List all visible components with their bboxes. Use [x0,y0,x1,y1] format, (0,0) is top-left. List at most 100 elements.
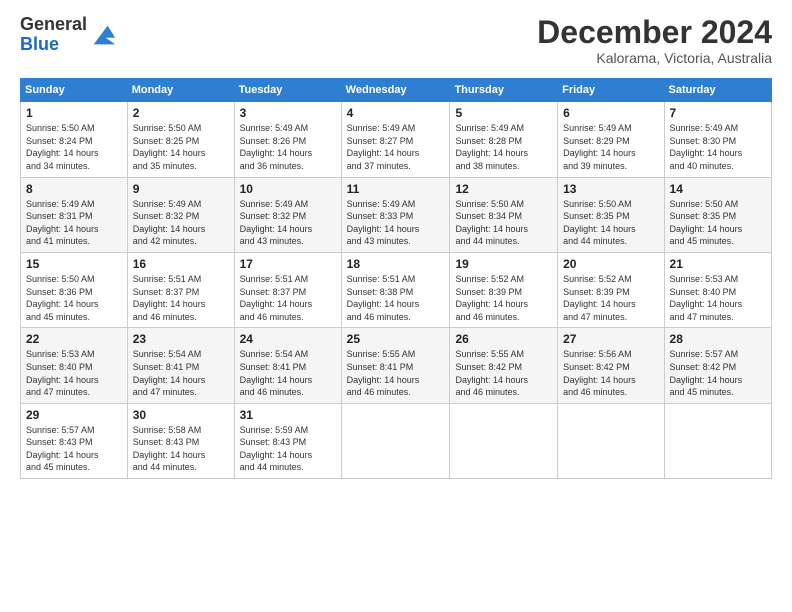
calendar-cell: 23 Sunrise: 5:54 AM Sunset: 8:41 PM Dayli… [127,328,234,403]
day-detail: Sunrise: 5:57 AM Sunset: 8:42 PM Dayligh… [670,348,766,398]
month-title: December 2024 [537,15,772,50]
calendar-cell: 7 Sunrise: 5:49 AM Sunset: 8:30 PM Daylig… [664,102,771,177]
day-detail: Sunrise: 5:49 AM Sunset: 8:33 PM Dayligh… [347,198,445,248]
day-number: 9 [133,182,229,196]
day-number: 25 [347,332,445,346]
day-number: 8 [26,182,122,196]
day-number: 26 [455,332,552,346]
header: General Blue December 2024 Kalorama, Vic… [20,15,772,66]
calendar-cell: 31 Sunrise: 5:59 AM Sunset: 8:43 PM Dayli… [234,403,341,478]
calendar-header-thursday: Thursday [450,79,558,102]
day-detail: Sunrise: 5:50 AM Sunset: 8:36 PM Dayligh… [26,273,122,323]
calendar-week-5: 29Sunrise: 5:57 AM Sunset: 8:43 PM Dayli… [21,403,772,478]
day-number: 14 [670,182,766,196]
calendar-cell: 6Sunrise: 5:49 AM Sunset: 8:29 PM Daylig… [558,102,664,177]
day-detail: Sunrise: 5:49 AM Sunset: 8:32 PM Dayligh… [240,198,336,248]
calendar-cell: 11 Sunrise: 5:49 AM Sunset: 8:33 PM Dayli… [341,177,450,252]
calendar-cell: 22 Sunrise: 5:53 AM Sunset: 8:40 PM Dayli… [21,328,128,403]
day-detail: Sunrise: 5:49 AM Sunset: 8:30 PM Dayligh… [670,122,766,172]
day-detail: Sunrise: 5:50 AM Sunset: 8:25 PM Dayligh… [133,122,229,172]
calendar-header-tuesday: Tuesday [234,79,341,102]
calendar-cell: 30 Sunrise: 5:58 AM Sunset: 8:43 PM Dayli… [127,403,234,478]
calendar-cell: 5 Sunrise: 5:49 AM Sunset: 8:28 PM Daylig… [450,102,558,177]
day-number: 1 [26,106,122,120]
calendar-cell: 25 Sunrise: 5:55 AM Sunset: 8:41 PM Dayli… [341,328,450,403]
day-number: 30 [133,408,229,422]
calendar-cell: 20 Sunrise: 5:52 AM Sunset: 8:39 PM Dayli… [558,252,664,327]
day-number: 23 [133,332,229,346]
calendar-cell: 17Sunrise: 5:51 AM Sunset: 8:37 PM Dayli… [234,252,341,327]
calendar-cell: 29Sunrise: 5:57 AM Sunset: 8:43 PM Dayli… [21,403,128,478]
day-number: 22 [26,332,122,346]
calendar-week-3: 15 Sunrise: 5:50 AM Sunset: 8:36 PM Dayli… [21,252,772,327]
day-number: 18 [347,257,445,271]
day-detail: Sunrise: 5:53 AM Sunset: 8:40 PM Dayligh… [26,348,122,398]
calendar-cell: 12Sunrise: 5:50 AM Sunset: 8:34 PM Dayli… [450,177,558,252]
day-detail: Sunrise: 5:50 AM Sunset: 8:24 PM Dayligh… [26,122,122,172]
day-number: 11 [347,182,445,196]
calendar-header-sunday: Sunday [21,79,128,102]
day-detail: Sunrise: 5:49 AM Sunset: 8:28 PM Dayligh… [455,122,552,172]
day-detail: Sunrise: 5:49 AM Sunset: 8:26 PM Dayligh… [240,122,336,172]
day-number: 24 [240,332,336,346]
day-detail: Sunrise: 5:51 AM Sunset: 8:37 PM Dayligh… [240,273,336,323]
calendar-cell: 24Sunrise: 5:54 AM Sunset: 8:41 PM Dayli… [234,328,341,403]
calendar-cell: 2 Sunrise: 5:50 AM Sunset: 8:25 PM Daylig… [127,102,234,177]
day-detail: Sunrise: 5:50 AM Sunset: 8:35 PM Dayligh… [670,198,766,248]
calendar-header-saturday: Saturday [664,79,771,102]
day-number: 5 [455,106,552,120]
calendar-week-4: 22 Sunrise: 5:53 AM Sunset: 8:40 PM Dayli… [21,328,772,403]
day-detail: Sunrise: 5:55 AM Sunset: 8:42 PM Dayligh… [455,348,552,398]
logo-icon [89,21,117,49]
day-number: 31 [240,408,336,422]
calendar-cell [664,403,771,478]
calendar-cell: 18 Sunrise: 5:51 AM Sunset: 8:38 PM Dayli… [341,252,450,327]
day-detail: Sunrise: 5:51 AM Sunset: 8:37 PM Dayligh… [133,273,229,323]
day-detail: Sunrise: 5:49 AM Sunset: 8:31 PM Dayligh… [26,198,122,248]
location: Kalorama, Victoria, Australia [537,50,772,66]
day-detail: Sunrise: 5:52 AM Sunset: 8:39 PM Dayligh… [563,273,658,323]
calendar: SundayMondayTuesdayWednesdayThursdayFrid… [20,78,772,479]
day-detail: Sunrise: 5:53 AM Sunset: 8:40 PM Dayligh… [670,273,766,323]
day-number: 16 [133,257,229,271]
calendar-cell: 8 Sunrise: 5:49 AM Sunset: 8:31 PM Daylig… [21,177,128,252]
day-detail: Sunrise: 5:55 AM Sunset: 8:41 PM Dayligh… [347,348,445,398]
day-number: 3 [240,106,336,120]
day-detail: Sunrise: 5:50 AM Sunset: 8:35 PM Dayligh… [563,198,658,248]
day-detail: Sunrise: 5:52 AM Sunset: 8:39 PM Dayligh… [455,273,552,323]
calendar-header-friday: Friday [558,79,664,102]
calendar-cell: 4Sunrise: 5:49 AM Sunset: 8:27 PM Daylig… [341,102,450,177]
day-number: 7 [670,106,766,120]
calendar-cell: 10 Sunrise: 5:49 AM Sunset: 8:32 PM Dayli… [234,177,341,252]
day-number: 2 [133,106,229,120]
day-detail: Sunrise: 5:51 AM Sunset: 8:38 PM Dayligh… [347,273,445,323]
day-number: 15 [26,257,122,271]
calendar-header-row: SundayMondayTuesdayWednesdayThursdayFrid… [21,79,772,102]
calendar-cell: 19 Sunrise: 5:52 AM Sunset: 8:39 PM Dayli… [450,252,558,327]
day-detail: Sunrise: 5:50 AM Sunset: 8:34 PM Dayligh… [455,198,552,248]
day-number: 19 [455,257,552,271]
day-detail: Sunrise: 5:58 AM Sunset: 8:43 PM Dayligh… [133,424,229,474]
day-number: 13 [563,182,658,196]
day-detail: Sunrise: 5:49 AM Sunset: 8:29 PM Dayligh… [563,122,658,172]
day-number: 4 [347,106,445,120]
calendar-cell: 14 Sunrise: 5:50 AM Sunset: 8:35 PM Dayli… [664,177,771,252]
calendar-header-wednesday: Wednesday [341,79,450,102]
day-detail: Sunrise: 5:59 AM Sunset: 8:43 PM Dayligh… [240,424,336,474]
calendar-cell: 15 Sunrise: 5:50 AM Sunset: 8:36 PM Dayli… [21,252,128,327]
day-number: 20 [563,257,658,271]
day-number: 28 [670,332,766,346]
calendar-cell: 27Sunrise: 5:56 AM Sunset: 8:42 PM Dayli… [558,328,664,403]
calendar-cell [558,403,664,478]
page: General Blue December 2024 Kalorama, Vic… [0,0,792,612]
calendar-cell: 16 Sunrise: 5:51 AM Sunset: 8:37 PM Dayli… [127,252,234,327]
logo-text: General Blue [20,15,87,55]
title-area: December 2024 Kalorama, Victoria, Austra… [537,15,772,66]
day-detail: Sunrise: 5:54 AM Sunset: 8:41 PM Dayligh… [133,348,229,398]
day-number: 29 [26,408,122,422]
day-detail: Sunrise: 5:56 AM Sunset: 8:42 PM Dayligh… [563,348,658,398]
calendar-cell: 28 Sunrise: 5:57 AM Sunset: 8:42 PM Dayli… [664,328,771,403]
day-number: 10 [240,182,336,196]
calendar-cell: 13 Sunrise: 5:50 AM Sunset: 8:35 PM Dayli… [558,177,664,252]
calendar-cell: 9Sunrise: 5:49 AM Sunset: 8:32 PM Daylig… [127,177,234,252]
